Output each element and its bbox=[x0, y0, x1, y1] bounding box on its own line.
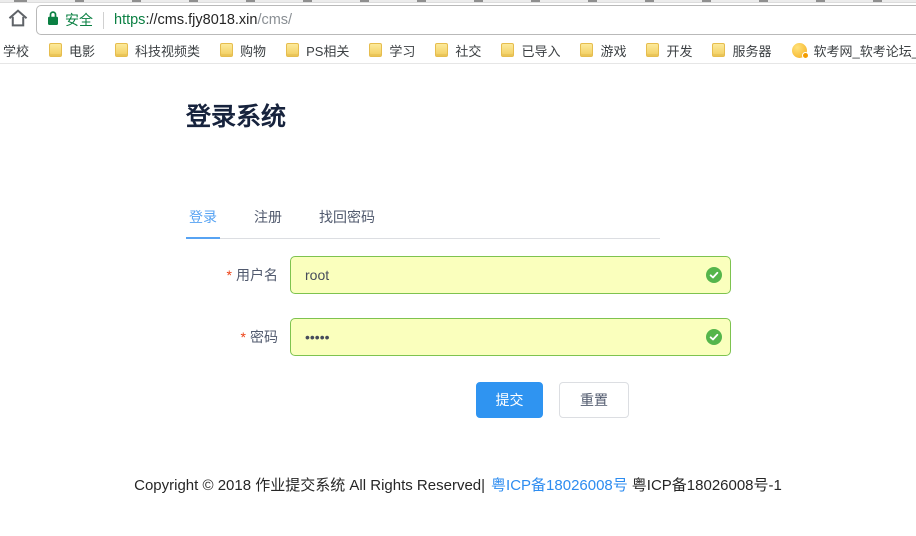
submit-button[interactable]: 提交 bbox=[476, 382, 543, 418]
folder-icon bbox=[220, 43, 233, 57]
tab-register[interactable]: 注册 bbox=[251, 202, 285, 238]
bookmark-item-tech-videos[interactable]: 科技视频类 bbox=[115, 41, 200, 60]
folder-icon bbox=[646, 43, 659, 57]
bookmark-item-ps-related[interactable]: PS相关 bbox=[286, 41, 349, 60]
url-text: https://cms.fjy8018.xin/cms/ bbox=[114, 12, 292, 28]
required-asterisk: * bbox=[227, 267, 232, 283]
tab-login[interactable]: 登录 bbox=[186, 202, 220, 239]
bookmark-item-social[interactable]: 社交 bbox=[435, 41, 481, 60]
valid-check-icon bbox=[706, 329, 722, 345]
bookmark-item-games[interactable]: 游戏 bbox=[580, 41, 626, 60]
bookmark-item-imported[interactable]: 已导入 bbox=[501, 41, 560, 60]
bookmark-item-shopping[interactable]: 购物 bbox=[220, 41, 266, 60]
bookmark-label: 软考网_软考论坛_20 bbox=[814, 41, 916, 60]
folder-icon bbox=[580, 43, 593, 57]
bookmark-label: 游戏 bbox=[600, 41, 626, 60]
folder-icon bbox=[712, 43, 725, 57]
bookmark-item-movies[interactable]: 电影 bbox=[49, 41, 95, 60]
valid-check-icon bbox=[706, 267, 722, 283]
copyright-text: Copyright © 2018 作业提交系统 All Rights Reser… bbox=[134, 477, 485, 494]
bookmark-item-ruankao-forum[interactable]: 软考网_软考论坛_20 bbox=[792, 41, 916, 60]
username-row: *用户名 bbox=[186, 256, 916, 294]
required-asterisk: * bbox=[241, 329, 246, 345]
username-field-wrap bbox=[290, 256, 731, 294]
password-row: *密码 bbox=[186, 318, 916, 356]
security-chip[interactable]: 安全 bbox=[47, 10, 93, 31]
bookmark-item-servers[interactable]: 服务器 bbox=[712, 41, 771, 60]
icp-link[interactable]: 粤ICP备18026008号 bbox=[491, 477, 628, 494]
password-input[interactable] bbox=[290, 318, 731, 356]
bookmark-item-dev[interactable]: 开发 bbox=[646, 41, 692, 60]
address-bar[interactable]: 安全 https://cms.fjy8018.xin/cms/ bbox=[36, 5, 916, 35]
page-title: 登录系统 bbox=[186, 103, 916, 131]
bookmark-label: PS相关 bbox=[306, 41, 349, 60]
bookmark-label: 社交 bbox=[455, 41, 481, 60]
login-form: *用户名 *密码 bbox=[186, 256, 916, 418]
site-favicon bbox=[792, 43, 807, 58]
bookmark-label: 科技视频类 bbox=[135, 41, 200, 60]
bookmarks-bar: 学校 电影 科技视频类 购物 PS相关 学习 社交 已导入 游戏 开发 服务器 bbox=[0, 37, 916, 64]
reset-button[interactable]: 重置 bbox=[559, 382, 629, 418]
omnibox-separator bbox=[103, 12, 104, 29]
folder-icon bbox=[49, 43, 62, 57]
folder-icon bbox=[501, 43, 514, 57]
url-scheme: https bbox=[114, 12, 145, 28]
folder-icon bbox=[286, 43, 299, 57]
folder-icon bbox=[435, 43, 448, 57]
password-field-wrap bbox=[290, 318, 731, 356]
tab-recover-password[interactable]: 找回密码 bbox=[316, 202, 378, 238]
url-host: ://cms.fjy8018.xin bbox=[145, 12, 257, 28]
home-button[interactable] bbox=[5, 7, 31, 33]
username-input[interactable] bbox=[290, 256, 731, 294]
login-page: 登录系统 登录 注册 找回密码 *用户名 *密码 bbox=[0, 103, 916, 418]
lock-icon bbox=[47, 10, 59, 31]
browser-toolbar: 安全 https://cms.fjy8018.xin/cms/ bbox=[0, 3, 916, 37]
bookmark-label: 已导入 bbox=[521, 41, 560, 60]
bookmark-item-school[interactable]: 学校 bbox=[3, 41, 29, 60]
home-icon bbox=[7, 7, 29, 34]
folder-icon bbox=[115, 43, 128, 57]
bookmark-label: 服务器 bbox=[732, 41, 771, 60]
username-label: *用户名 bbox=[186, 265, 278, 285]
bookmark-label: 电影 bbox=[69, 41, 95, 60]
folder-icon bbox=[369, 43, 382, 57]
bookmark-label: 学校 bbox=[3, 41, 29, 60]
auth-tabs: 登录 注册 找回密码 bbox=[186, 202, 660, 239]
form-buttons: 提交 重置 bbox=[476, 382, 916, 418]
bookmark-label: 开发 bbox=[666, 41, 692, 60]
security-label: 安全 bbox=[65, 10, 93, 30]
bookmark-label: 学习 bbox=[389, 41, 415, 60]
bookmark-label: 购物 bbox=[240, 41, 266, 60]
password-label: *密码 bbox=[186, 327, 278, 347]
url-path: /cms/ bbox=[257, 12, 292, 28]
page-footer: Copyright © 2018 作业提交系统 All Rights Reser… bbox=[0, 474, 916, 495]
icp-text: 粤ICP备18026008号-1 bbox=[632, 477, 782, 494]
bookmark-item-study[interactable]: 学习 bbox=[369, 41, 415, 60]
